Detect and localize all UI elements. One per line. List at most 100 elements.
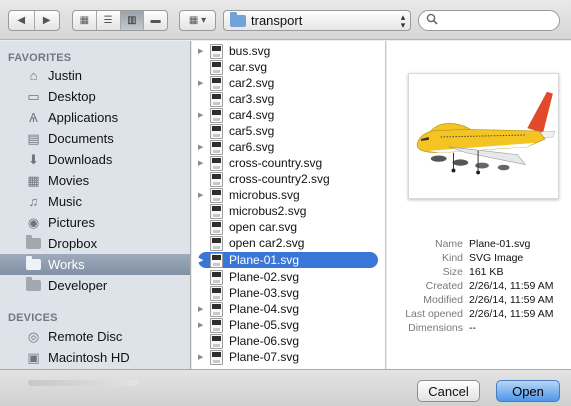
file-row[interactable]: ▶ Plane-05.svg xyxy=(192,317,385,333)
search-field[interactable] xyxy=(418,10,560,31)
file-row[interactable]: Plane-03.svg xyxy=(192,285,385,301)
file-row[interactable]: ▶ bus.svg xyxy=(192,43,385,59)
sidebar-item-downloads[interactable]: ⬇ Downloads xyxy=(0,149,190,170)
airplane-image xyxy=(416,91,556,175)
arrange-menu[interactable]: ▦ ▾ xyxy=(179,10,216,31)
disclosure-triangle-icon: ▶ xyxy=(198,257,204,264)
sidebar-item-macintosh-hd[interactable]: ▣ Macintosh HD xyxy=(0,347,190,368)
current-folder-label: transport xyxy=(251,13,303,28)
back-button[interactable]: ◀ xyxy=(9,11,35,30)
svg-file-icon xyxy=(210,43,223,59)
folder-icon xyxy=(26,235,41,251)
sidebar-item-dropbox[interactable]: Dropbox xyxy=(0,233,190,254)
svg-file-icon xyxy=(210,107,223,123)
info-row-modified: Modified 2/26/14, 11:59 AM xyxy=(423,294,554,306)
sidebar-item-applications[interactable]: Ѧ Applications xyxy=(0,107,190,128)
file-row[interactable]: car.svg xyxy=(192,59,385,75)
file-name: car6.svg xyxy=(229,140,275,154)
file-name: Plane-06.svg xyxy=(229,334,300,348)
file-row[interactable]: car3.svg xyxy=(192,91,385,107)
file-row[interactable]: open car2.svg xyxy=(192,235,385,251)
sidebar-item-works[interactable]: Works xyxy=(0,254,190,275)
open-button[interactable]: Open xyxy=(496,380,560,402)
disclosure-triangle-icon: ▶ xyxy=(198,80,204,87)
folder-icon xyxy=(26,277,41,293)
back-forward-control: ◀ ▶ xyxy=(8,10,60,31)
column-resize-handle[interactable] xyxy=(28,380,138,386)
disclosure-triangle-icon: ▶ xyxy=(198,192,204,199)
svg-file-icon xyxy=(210,285,223,301)
svg-file-icon xyxy=(210,301,223,317)
svg-file-icon xyxy=(210,187,223,203)
file-name: Plane-05.svg xyxy=(229,318,300,332)
file-row[interactable]: ▶ microbus.svg xyxy=(192,187,385,203)
file-name: cross-country.svg xyxy=(229,156,323,170)
svg-file-icon xyxy=(210,75,223,91)
file-list-column[interactable]: ▶ bus.svg car.svg ▶ car2.svg car3.svg ▶ car… xyxy=(192,41,386,369)
file-row[interactable]: ▶ car4.svg xyxy=(192,107,385,123)
file-row[interactable]: car5.svg xyxy=(192,123,385,139)
file-name: Plane-07.svg xyxy=(229,350,300,364)
file-name: open car2.svg xyxy=(229,236,305,250)
list-icon: ☰ xyxy=(103,15,113,26)
svg-file-icon xyxy=(210,219,223,235)
sidebar-item-remote-disc[interactable]: ◎ Remote Disc xyxy=(0,326,190,347)
downloads-icon: ⬇ xyxy=(28,151,39,167)
cancel-button[interactable]: Cancel xyxy=(417,380,480,402)
disclosure-triangle-icon: ▶ xyxy=(198,112,204,119)
disclosure-triangle-icon: ▶ xyxy=(198,160,204,167)
file-row[interactable]: Plane-06.svg xyxy=(192,333,385,349)
file-row[interactable]: ▶ car6.svg xyxy=(192,139,385,155)
view-mode-control: ▦ ☰ ▥ ▬ xyxy=(72,10,168,31)
file-name: open car.svg xyxy=(229,220,298,234)
icon-view-button[interactable]: ▦ xyxy=(73,11,97,30)
svg-file-icon xyxy=(210,333,223,349)
info-row-last-opened: Last opened 2/26/14, 11:59 AM xyxy=(405,308,554,320)
file-row-selected[interactable]: ▶ Plane-01.svg xyxy=(198,252,378,268)
dialog-footer: Cancel Open xyxy=(0,369,571,406)
sidebar-item-documents[interactable]: ▤ Documents xyxy=(0,128,190,149)
home-icon: ⌂ xyxy=(29,68,38,83)
svg-file-icon xyxy=(210,349,223,365)
file-row[interactable]: ▶ cross-country.svg xyxy=(192,155,385,171)
sidebar-item-justin[interactable]: ⌂ Justin xyxy=(0,65,190,86)
file-row[interactable]: open car.svg xyxy=(192,219,385,235)
sidebar-item-label: Works xyxy=(48,257,85,272)
svg-file-icon xyxy=(210,139,223,155)
sidebar-item-movies[interactable]: ▦ Movies xyxy=(0,170,190,191)
sidebar-item-desktop[interactable]: ▭ Desktop xyxy=(0,86,190,107)
file-row[interactable]: microbus2.svg xyxy=(192,203,385,219)
file-row[interactable]: cross-country2.svg xyxy=(192,171,385,187)
movies-icon: ▦ xyxy=(27,172,40,188)
disclosure-triangle-icon: ▶ xyxy=(198,48,204,55)
sidebar-item-pictures[interactable]: ◉ Pictures xyxy=(0,212,190,233)
search-icon xyxy=(426,13,438,28)
sidebar-item-label: Dropbox xyxy=(48,236,98,251)
list-view-button[interactable]: ☰ xyxy=(97,11,121,30)
info-row-dimensions: Dimensions -- xyxy=(408,322,476,334)
info-row-created: Created 2/26/14, 11:59 AM xyxy=(425,280,554,292)
svg-file-icon xyxy=(210,203,223,219)
coverflow-view-button[interactable]: ▬ xyxy=(144,11,167,30)
disclosure-triangle-icon: ▶ xyxy=(198,354,204,361)
column-view-button[interactable]: ▥ xyxy=(120,11,145,30)
sidebar: FAVORITES ⌂ Justin ▭ Desktop Ѧ Applicati… xyxy=(0,41,191,369)
sidebar-item-developer[interactable]: Developer xyxy=(0,275,190,296)
forward-button[interactable]: ▶ xyxy=(35,11,60,30)
svg-file-icon xyxy=(210,123,223,139)
sidebar-item-label: Movies xyxy=(48,173,90,188)
file-row[interactable]: ▶ Plane-04.svg xyxy=(192,301,385,317)
file-row[interactable]: ▶ Plane-07.svg xyxy=(192,349,385,365)
file-row[interactable]: Plane-02.svg xyxy=(192,269,385,285)
info-row-size: Size 161 KB xyxy=(442,266,504,278)
path-popup-button[interactable]: transport ▴ ▾ xyxy=(223,10,411,31)
file-name: Plane-03.svg xyxy=(229,286,300,300)
sidebar-item-music[interactable]: ♫ Music xyxy=(0,191,190,212)
file-row[interactable]: ▶ car2.svg xyxy=(192,75,385,91)
music-icon: ♫ xyxy=(28,194,39,209)
file-name: bus.svg xyxy=(229,44,271,58)
file-name: car5.svg xyxy=(229,124,275,138)
file-name: Plane-01.svg xyxy=(229,253,300,267)
back-arrow-icon: ◀ xyxy=(17,15,26,26)
sidebar-item-label: Downloads xyxy=(48,152,113,167)
